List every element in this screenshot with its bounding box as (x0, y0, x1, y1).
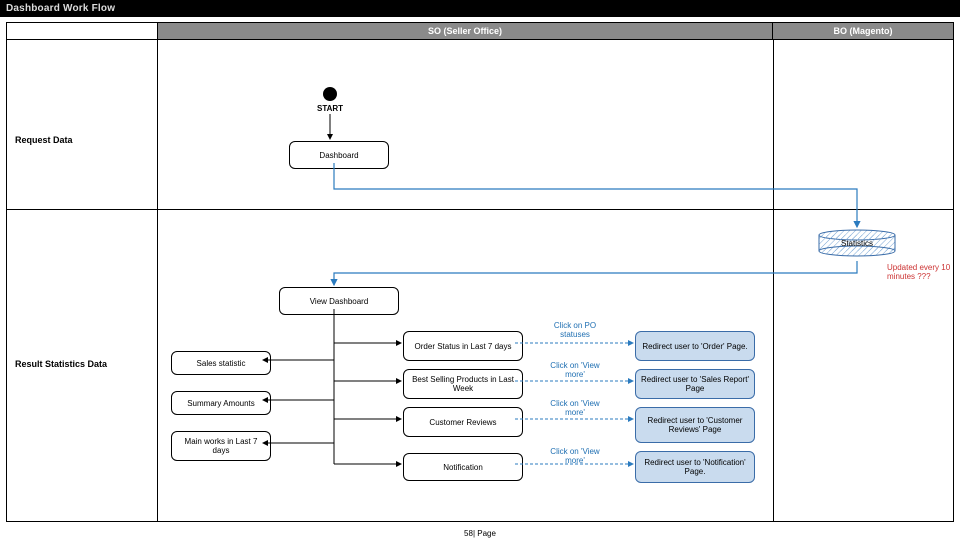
lane-request: Request Data (15, 135, 73, 145)
node-view-dashboard: View Dashboard (279, 287, 399, 315)
vline-2 (773, 39, 774, 521)
page-footer: 58| Page (0, 529, 960, 538)
diagram-frame: SO (Seller Office) BO (Magento) Request … (6, 22, 954, 522)
node-main-works: Main works in Last 7 days (171, 431, 271, 461)
node-sales-statistic: Sales statistic (171, 351, 271, 375)
header-bo: BO (Magento) (773, 23, 953, 39)
node-summary-amounts: Summary Amounts (171, 391, 271, 415)
lane-result: Result Statistics Data (15, 359, 107, 369)
lbl-po-statuses: Click on PO statuses (545, 321, 605, 339)
diagram-grid: Request Data Result Statistics Data STAR… (7, 39, 953, 521)
svg-text:Statistics: Statistics (841, 239, 873, 248)
start-node (323, 87, 337, 101)
title-bar: Dashboard Work Flow (0, 0, 960, 17)
lbl-viewmore-1: Click on 'View more' (545, 361, 605, 379)
node-redirect-order: Redirect user to 'Order' Page. (635, 331, 755, 361)
page-title: Dashboard Work Flow (6, 3, 115, 14)
node-order-status: Order Status in Last 7 days (403, 331, 523, 361)
node-redirect-sales: Redirect user to 'Sales Report' Page (635, 369, 755, 399)
node-customer-reviews: Customer Reviews (403, 407, 523, 437)
hline-1 (7, 209, 953, 210)
node-redirect-reviews: Redirect user to 'Customer Reviews' Page (635, 407, 755, 443)
note-update: Updated every 10 minutes ??? (887, 263, 957, 281)
node-statistics-db: Statistics (817, 229, 897, 259)
header-spacer (7, 23, 158, 39)
header-so: SO (Seller Office) (158, 23, 773, 39)
node-redirect-notif: Redirect user to 'Notification' Page. (635, 451, 755, 483)
lbl-viewmore-3: Click on 'View more' (545, 447, 605, 465)
node-best-selling: Best Selling Products in Last Week (403, 369, 523, 399)
node-dashboard: Dashboard (289, 141, 389, 169)
node-notification: Notification (403, 453, 523, 481)
vline-1 (157, 39, 158, 521)
swimlane-header: SO (Seller Office) BO (Magento) (7, 23, 953, 40)
lbl-viewmore-2: Click on 'View more' (545, 399, 605, 417)
start-label: START (317, 104, 343, 113)
